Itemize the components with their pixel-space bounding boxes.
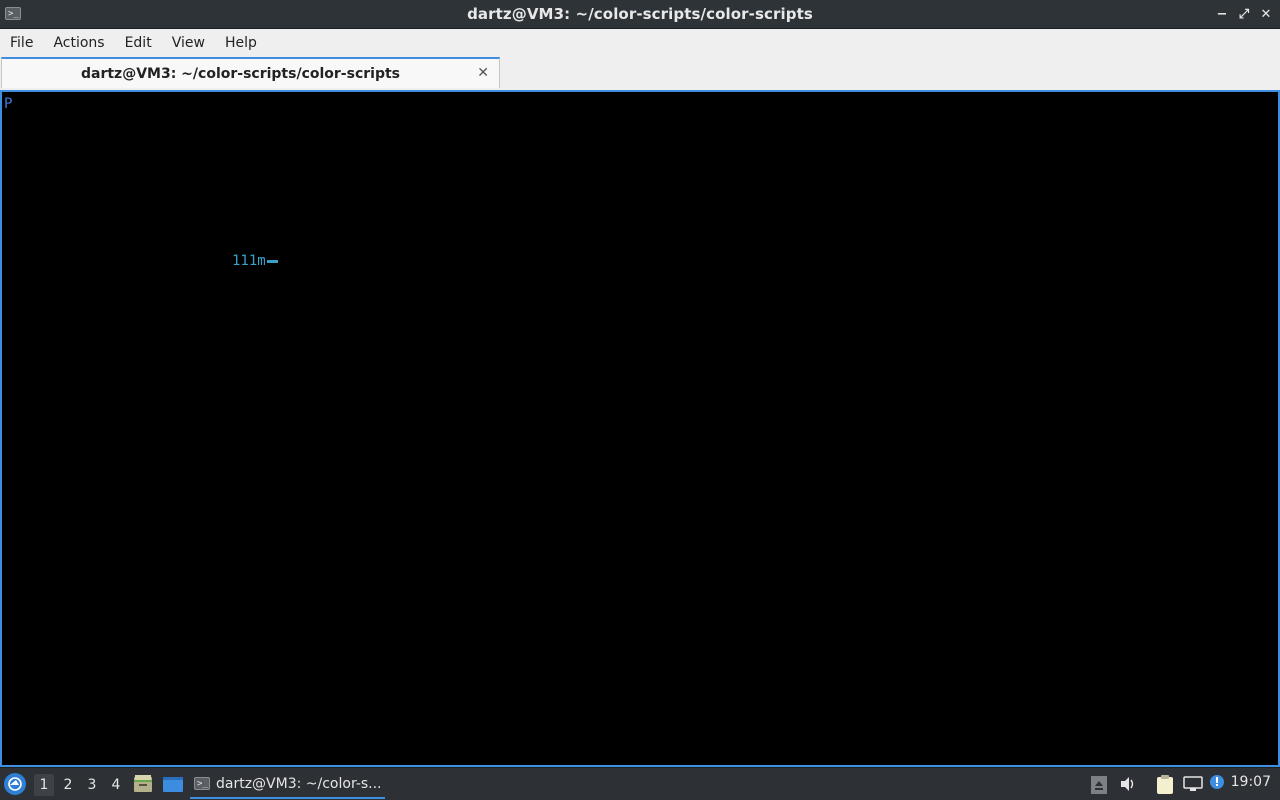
menu-file[interactable]: File xyxy=(0,29,43,57)
terminal-cursor xyxy=(266,259,278,263)
desktop-icon[interactable] xyxy=(162,775,184,797)
task-label: dartz@VM3: ~/color-s... xyxy=(216,775,382,792)
terminal-task-icon: >_ xyxy=(194,777,210,790)
terminal-text: 111m xyxy=(232,253,266,269)
tab-close-icon[interactable]: ✕ xyxy=(477,65,489,81)
terminal-app-icon[interactable]: >_ xyxy=(5,7,21,20)
taskbar-task-terminal[interactable]: >_ dartz@VM3: ~/color-s... xyxy=(190,770,385,799)
window-controls: − ⤢ ✕ xyxy=(1212,4,1276,24)
workspace-2[interactable]: 2 xyxy=(58,774,78,796)
menu-view[interactable]: View xyxy=(162,29,215,57)
taskbar: 1 2 3 4 >_ dartz@VM3: ~/color-s... 19:07 xyxy=(0,767,1280,800)
menu-help[interactable]: Help xyxy=(215,29,267,57)
update-notifier-icon[interactable] xyxy=(1208,774,1226,796)
file-manager-icon[interactable] xyxy=(133,775,153,797)
menu-edit[interactable]: Edit xyxy=(115,29,162,57)
clipboard-icon[interactable] xyxy=(1156,774,1174,798)
window-title: dartz@VM3: ~/color-scripts/color-scripts xyxy=(467,5,813,23)
workspace-3[interactable]: 3 xyxy=(82,774,102,796)
terminal-line: 111m xyxy=(232,253,278,269)
tab-terminal[interactable]: dartz@VM3: ~/color-scripts/color-scripts… xyxy=(1,57,500,88)
tab-bar: dartz@VM3: ~/color-scripts/color-scripts… xyxy=(0,57,1280,90)
terminal-line: P xyxy=(4,96,13,112)
close-button[interactable]: ✕ xyxy=(1256,4,1276,24)
window-titlebar[interactable]: >_ dartz@VM3: ~/color-scripts/color-scri… xyxy=(0,0,1280,29)
clock[interactable]: 19:07 xyxy=(1231,774,1271,790)
tab-label: dartz@VM3: ~/color-scripts/color-scripts xyxy=(80,65,400,82)
maximize-button[interactable]: ⤢ xyxy=(1234,4,1254,24)
workspace-1[interactable]: 1 xyxy=(34,774,54,796)
workspace-4[interactable]: 4 xyxy=(106,774,126,796)
eject-icon[interactable] xyxy=(1091,776,1107,798)
menu-actions[interactable]: Actions xyxy=(43,29,114,57)
lubuntu-logo-icon xyxy=(8,777,22,791)
menu-bar: File Actions Edit View Help xyxy=(0,29,1280,57)
start-menu-button[interactable] xyxy=(4,773,26,795)
network-icon[interactable] xyxy=(1183,776,1203,796)
terminal-view[interactable]: P 111m xyxy=(0,90,1280,767)
volume-icon[interactable] xyxy=(1119,776,1137,796)
minimize-button[interactable]: − xyxy=(1212,4,1232,24)
